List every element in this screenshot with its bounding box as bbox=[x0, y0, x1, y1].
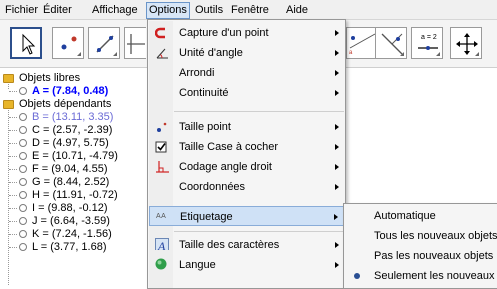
label-icon: AA bbox=[156, 213, 167, 220]
submenu-arrow-icon bbox=[335, 30, 339, 36]
menu-aide[interactable]: Aide bbox=[284, 3, 310, 18]
visibility-toggle-icon[interactable] bbox=[19, 126, 27, 134]
perpendicular-tool-button[interactable] bbox=[124, 27, 146, 59]
point-tool-button[interactable] bbox=[52, 27, 84, 59]
algebra-view: Objets libres A = (7.84, 0.48) Objets dé… bbox=[0, 69, 150, 289]
menu-fenetre[interactable]: Fenêtre bbox=[229, 3, 271, 18]
radio-selected-icon bbox=[354, 273, 360, 279]
globe-icon bbox=[155, 258, 167, 270]
submenu-arrow-icon bbox=[335, 90, 339, 96]
reflect-icon: a bbox=[349, 33, 376, 56]
object-label: I = (9.88, -0.12) bbox=[32, 202, 108, 214]
object-label: F = (9.04, 4.55) bbox=[32, 163, 108, 175]
object-label: J = (6.64, -3.59) bbox=[32, 215, 110, 227]
dropdown-triangle-icon bbox=[475, 52, 479, 56]
menu-item-capture-point[interactable]: Capture d'un point bbox=[149, 23, 345, 43]
menu-fichier[interactable]: Fichier bbox=[3, 3, 40, 18]
point-size-icon bbox=[157, 122, 167, 132]
dropdown-triangle-icon bbox=[400, 52, 404, 56]
right-angle-icon bbox=[156, 161, 169, 173]
visibility-toggle-icon[interactable] bbox=[19, 191, 27, 199]
checkbox-icon bbox=[155, 141, 167, 153]
submenu-arrow-icon bbox=[335, 50, 339, 56]
visibility-toggle-icon[interactable] bbox=[19, 139, 27, 147]
folder-label: Objets libres bbox=[19, 72, 81, 84]
dropdown-triangle-icon bbox=[77, 52, 81, 56]
perpendicular-icon bbox=[127, 34, 145, 54]
reflect-line-tool-button[interactable] bbox=[375, 27, 407, 59]
object-label: D = (4.97, 5.75) bbox=[32, 137, 109, 149]
options-menu: Capture d'un point Unité d'angle Arrondi… bbox=[147, 19, 346, 289]
svg-text:a: a bbox=[349, 50, 353, 56]
object-label: G = (8.44, 2.52) bbox=[32, 176, 110, 188]
menu-item-angle-unit[interactable]: Unité d'angle bbox=[149, 43, 345, 63]
submenu-item-all-new-objects[interactable]: Tous les nouveaux objets bbox=[345, 226, 497, 246]
magnet-icon bbox=[155, 27, 165, 39]
dropdown-triangle-icon bbox=[436, 52, 440, 56]
submenu-arrow-icon bbox=[335, 144, 339, 150]
submenu-arrow-icon bbox=[335, 164, 339, 170]
submenu-arrow-icon bbox=[335, 242, 339, 248]
menu-item-checkbox-size[interactable]: Taille Case à cocher bbox=[149, 137, 345, 157]
move-graphics-tool-button[interactable] bbox=[450, 27, 482, 59]
menu-outils[interactable]: Outils bbox=[193, 3, 225, 18]
folder-icon bbox=[3, 100, 14, 109]
visibility-toggle-icon[interactable] bbox=[19, 165, 27, 173]
object-label: C = (2.57, -2.39) bbox=[32, 124, 113, 136]
menu-item-point-size[interactable]: Taille point bbox=[149, 117, 345, 137]
menu-item-language[interactable]: Langue bbox=[149, 255, 345, 275]
menu-item-continuity[interactable]: Continuité bbox=[149, 83, 345, 103]
object-label: K = (7.24, -1.56) bbox=[32, 228, 112, 240]
submenu-arrow-icon bbox=[335, 70, 339, 76]
folder-icon bbox=[3, 74, 14, 83]
visibility-toggle-icon[interactable] bbox=[19, 152, 27, 160]
object-label: B = (13.11, 3.35) bbox=[32, 111, 114, 123]
visibility-toggle-icon[interactable] bbox=[19, 230, 27, 238]
menu-separator bbox=[174, 111, 344, 112]
submenu-arrow-icon bbox=[335, 124, 339, 130]
line-tool-button[interactable] bbox=[88, 27, 120, 59]
menu-separator bbox=[174, 231, 344, 232]
visibility-toggle-icon[interactable] bbox=[19, 204, 27, 212]
labeling-submenu: Automatique Tous les nouveaux objets Pas… bbox=[343, 203, 497, 289]
slider-text: a = 2 bbox=[421, 34, 437, 41]
visibility-toggle-icon[interactable] bbox=[19, 243, 27, 251]
object-label: L = (3.77, 1.68) bbox=[32, 241, 107, 253]
menu-item-coordinates[interactable]: Coordonnées bbox=[149, 177, 345, 197]
object-label: E = (10.71, -4.79) bbox=[32, 150, 118, 162]
menu-item-right-angle[interactable]: Codage angle droit bbox=[149, 157, 345, 177]
menu-editer[interactable]: Éditer bbox=[41, 3, 74, 18]
submenu-arrow-icon bbox=[335, 262, 339, 268]
visibility-toggle-icon[interactable] bbox=[19, 113, 27, 121]
menu-item-font-size[interactable]: A Taille des caractères bbox=[149, 235, 345, 255]
menu-item-rounding[interactable]: Arrondi bbox=[149, 63, 345, 83]
object-label: A = (7.84, 0.48) bbox=[32, 85, 109, 97]
visibility-toggle-icon[interactable] bbox=[19, 217, 27, 225]
menu-bar: Fichier Éditer Affichage Options Outils … bbox=[0, 0, 497, 20]
folder-label: Objets dépendants bbox=[19, 98, 112, 110]
menu-options[interactable]: Options bbox=[146, 2, 190, 19]
angle-icon bbox=[156, 48, 168, 59]
visibility-toggle-icon[interactable] bbox=[19, 178, 27, 186]
svg-text:A: A bbox=[157, 239, 166, 250]
slider-tool-button[interactable]: a = 2 bbox=[411, 27, 443, 59]
visibility-toggle-icon[interactable] bbox=[19, 87, 27, 95]
font-size-icon: A bbox=[155, 238, 169, 250]
menu-item-labeling[interactable]: AA Etiquetage bbox=[149, 206, 345, 226]
reflect-tool-button[interactable]: a bbox=[346, 27, 376, 59]
object-label: H = (11.91, -0.72) bbox=[32, 189, 118, 201]
submenu-item-new-points-only[interactable]: Seulement les nouveaux points bbox=[345, 266, 497, 286]
submenu-item-automatic[interactable]: Automatique bbox=[345, 206, 497, 226]
submenu-item-no-new-objects[interactable]: Pas les nouveaux objets bbox=[345, 246, 497, 266]
menu-affichage[interactable]: Affichage bbox=[90, 3, 140, 18]
dropdown-triangle-icon bbox=[113, 52, 117, 56]
move-tool-button[interactable] bbox=[10, 27, 42, 59]
submenu-arrow-icon bbox=[334, 214, 338, 220]
submenu-arrow-icon bbox=[335, 184, 339, 190]
cursor-arrow-icon bbox=[22, 33, 36, 55]
